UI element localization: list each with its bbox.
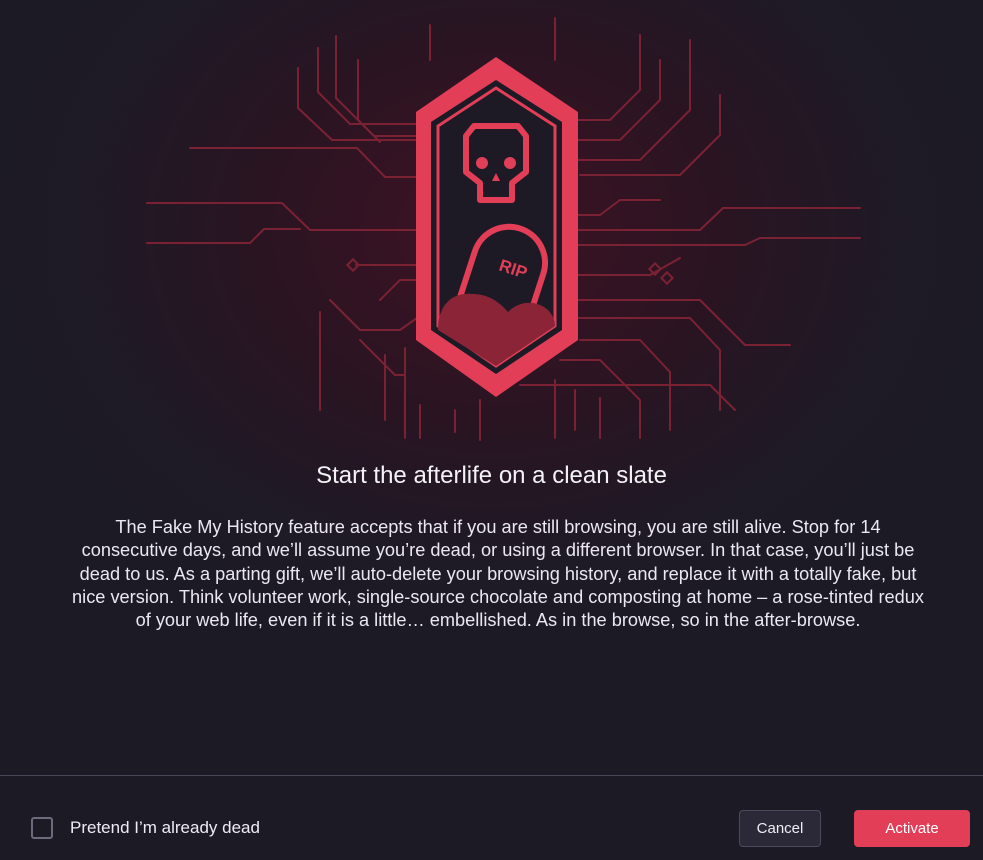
pretend-dead-checkbox[interactable] (31, 817, 53, 839)
footer-divider (0, 775, 983, 776)
hero-illustration: RIP (146, 17, 861, 441)
cancel-button[interactable]: Cancel (739, 810, 821, 847)
dialog-description: The Fake My History feature accepts that… (72, 517, 924, 631)
activate-button[interactable]: Activate (854, 810, 970, 847)
pretend-dead-checkbox-label[interactable]: Pretend I’m already dead (70, 818, 260, 838)
pretend-dead-checkbox-row[interactable]: Pretend I’m already dead (31, 817, 260, 839)
dialog-headline: Start the afterlife on a clean slate (316, 462, 667, 489)
